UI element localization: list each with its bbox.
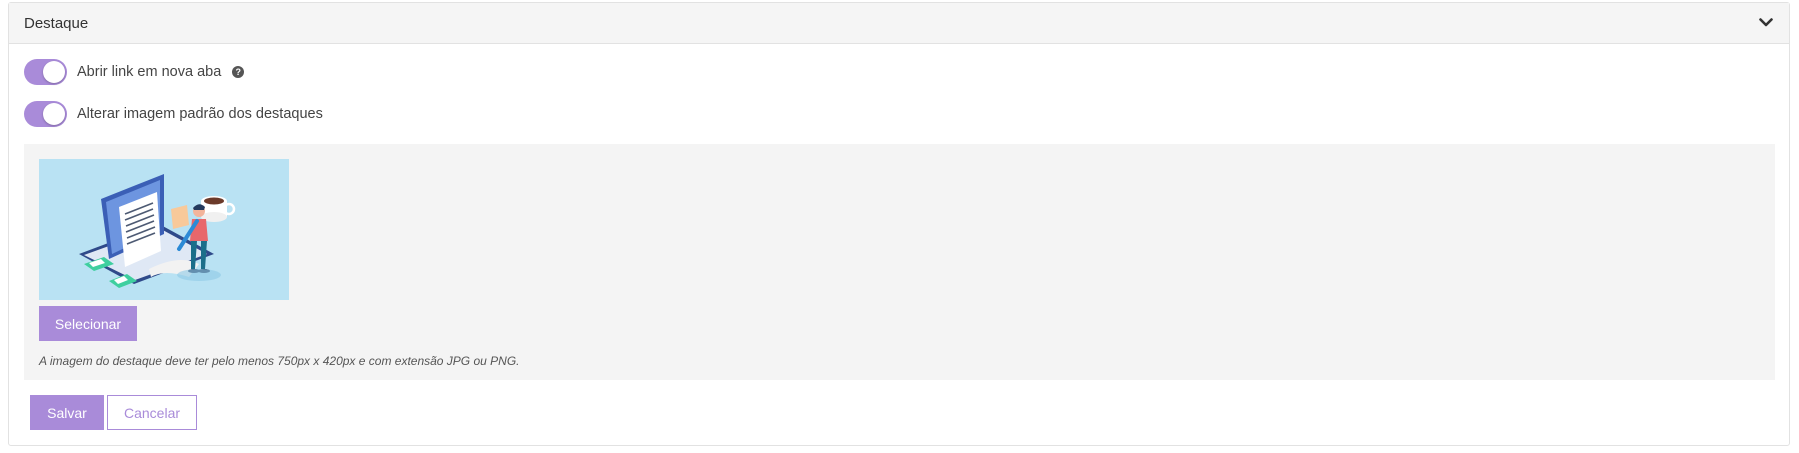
toggle-knob <box>43 61 65 83</box>
image-requirements-hint: A imagem do destaque deve ter pelo menos… <box>39 354 520 368</box>
cancel-button[interactable]: Cancelar <box>107 395 197 430</box>
new-tab-toggle[interactable] <box>24 59 67 85</box>
panel-body: Abrir link em nova aba ? Alterar imagem … <box>9 58 1789 128</box>
change-image-label: Alterar imagem padrão dos destaques <box>77 106 323 122</box>
toggle-knob <box>43 103 65 125</box>
select-image-button[interactable]: Selecionar <box>39 306 137 341</box>
toggle-row-new-tab: Abrir link em nova aba ? <box>24 58 1774 86</box>
save-button[interactable]: Salvar <box>30 395 104 430</box>
change-image-toggle[interactable] <box>24 101 67 127</box>
chevron-down-icon[interactable] <box>1757 14 1775 32</box>
image-upload-box: Selecionar A imagem do destaque deve ter… <box>24 144 1775 380</box>
panel-header[interactable]: Destaque <box>9 3 1789 44</box>
new-tab-label: Abrir link em nova aba <box>77 64 222 80</box>
question-circle-icon[interactable]: ? <box>232 66 245 78</box>
panel-title: Destaque <box>24 14 89 32</box>
destaque-panel: Destaque Abrir link em nova aba ? Altera… <box>8 2 1790 446</box>
toggle-row-change-image: Alterar imagem padrão dos destaques <box>24 100 1774 128</box>
preview-image <box>39 159 289 300</box>
